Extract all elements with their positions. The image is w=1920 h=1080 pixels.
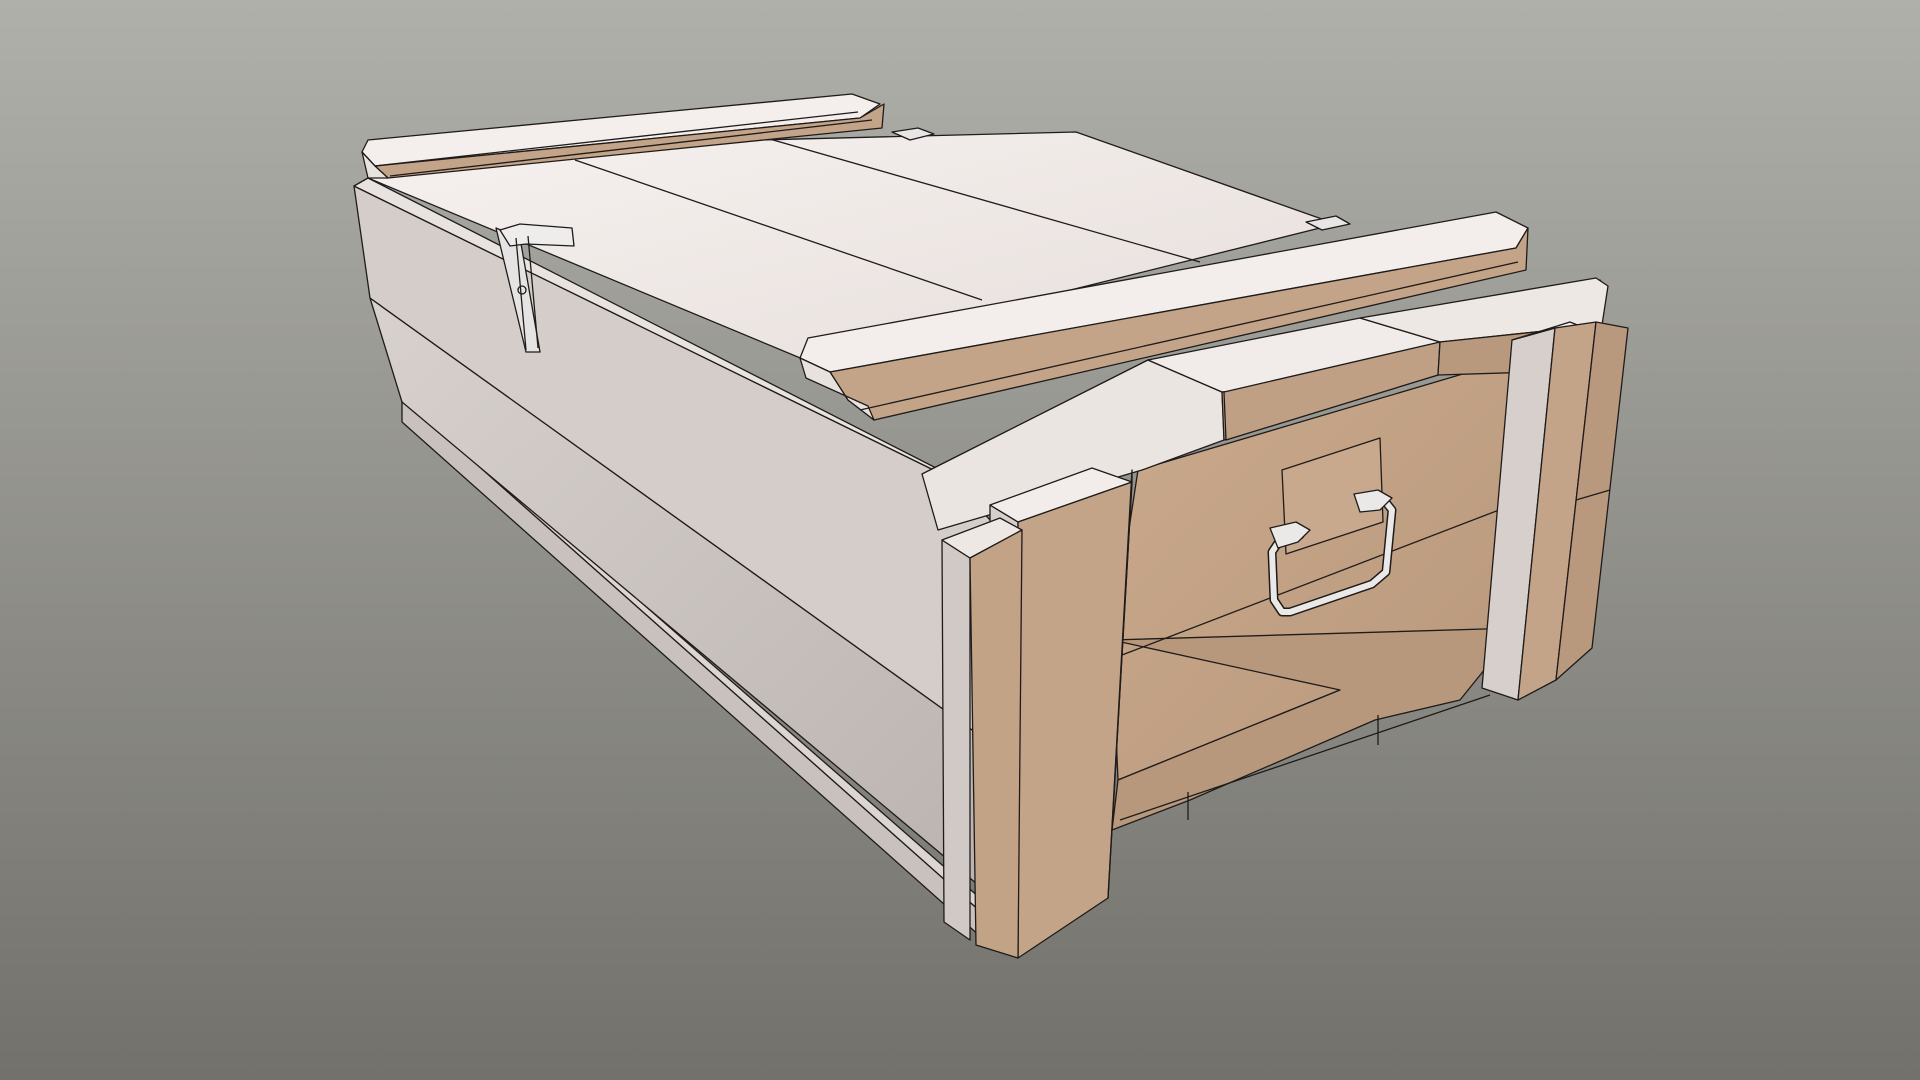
crate-cleat-left-face (969, 529, 1023, 959)
crate-render (0, 0, 1920, 1080)
render-viewport (0, 0, 1920, 1080)
latch-clasp (499, 223, 575, 247)
crate-cleat-left-side (941, 539, 971, 941)
latch-rivet (517, 285, 527, 295)
